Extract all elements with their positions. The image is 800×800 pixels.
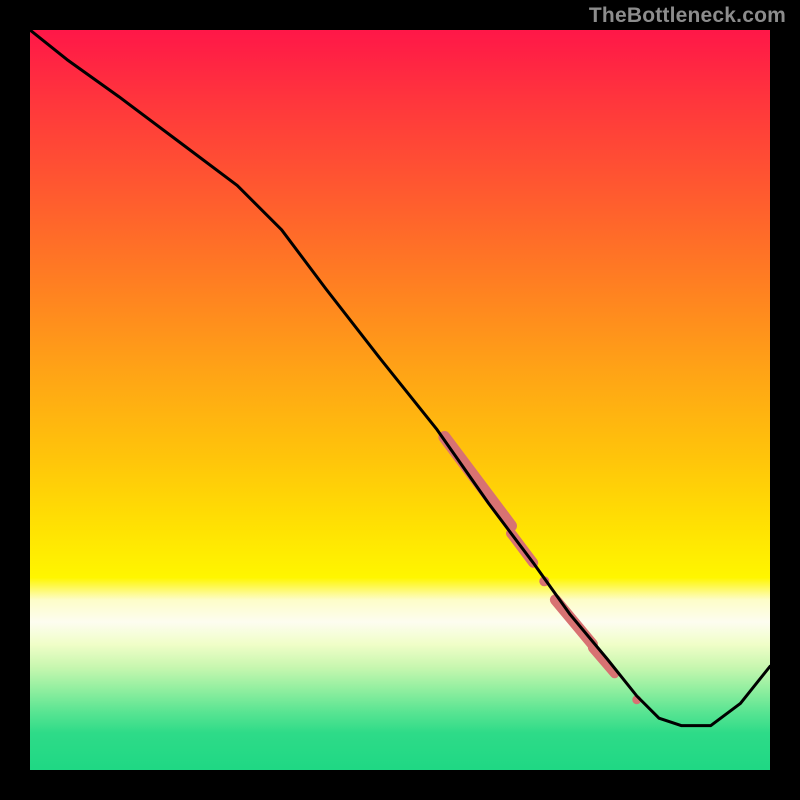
watermark-text: TheBottleneck.com — [589, 4, 786, 28]
chart-frame: TheBottleneck.com — [0, 0, 800, 800]
bottleneck-chart — [30, 30, 770, 770]
gradient-background — [30, 30, 770, 770]
